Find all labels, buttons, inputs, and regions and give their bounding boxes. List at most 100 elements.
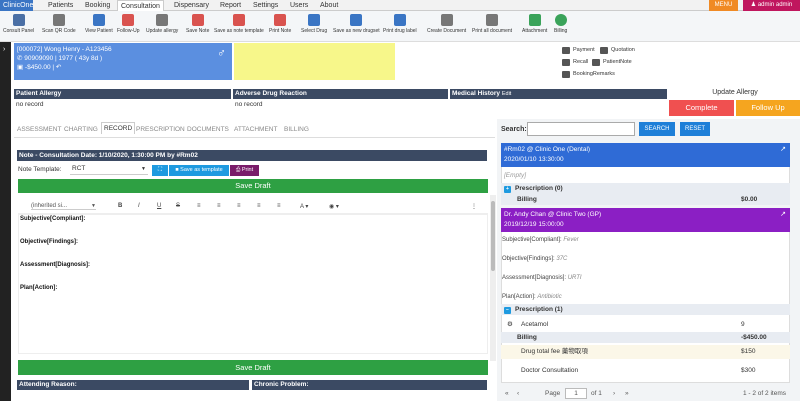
align-left-icon[interactable]: ≡	[237, 203, 241, 209]
quotation-button[interactable]: Quotation	[600, 45, 635, 56]
font-size-select[interactable]: (inherited si... ▼	[31, 203, 96, 210]
update-allergy-link[interactable]: Update Allergy	[670, 89, 800, 96]
paperclip-icon	[528, 14, 541, 26]
search-button[interactable]: SEARCH	[639, 122, 675, 136]
note-editor[interactable]	[18, 214, 488, 354]
billing-item-row: Drug total fee 藥物取項 $150	[501, 345, 790, 359]
menu-button[interactable]: MENU	[709, 0, 738, 11]
unordered-list-icon[interactable]: ≡	[217, 203, 221, 209]
create-document-button[interactable]: Create Document	[427, 14, 466, 34]
prev-page-icon[interactable]: ‹	[517, 390, 519, 397]
nav-users[interactable]: Users	[287, 0, 311, 11]
consult-panel-button[interactable]: Consult Panel	[3, 14, 34, 34]
nav-patients[interactable]: Patients	[45, 0, 76, 11]
print-all-document-button[interactable]: Print all document	[472, 14, 512, 34]
print-drug-label-button[interactable]: Print drug label	[383, 14, 417, 34]
save-draft-bottom-button[interactable]: Save Draft	[18, 360, 488, 375]
visit-title: #Rm02 @ Clinic One (Dental)	[504, 146, 591, 153]
collapse-minus-icon[interactable]: −	[504, 307, 511, 314]
visit-empty-note: [Empty]	[504, 172, 527, 179]
bold-icon[interactable]: B	[118, 203, 122, 209]
note-scrollbar[interactable]	[490, 195, 496, 361]
view-patient-button[interactable]: View Patient	[85, 14, 113, 34]
tab-prescription[interactable]: PRESCRIPTION	[136, 126, 185, 133]
admin-menu[interactable]: ♟ admin admin	[743, 0, 800, 11]
print-button[interactable]: ⎙ Print	[230, 165, 259, 176]
update-allergy-button[interactable]: Update allergy	[146, 14, 178, 34]
save-note-button[interactable]: Save Note	[186, 14, 209, 34]
visit-header[interactable]: #Rm02 @ Clinic One (Dental) 2020/01/10 1…	[501, 143, 790, 167]
expand-plus-icon[interactable]: +	[504, 186, 511, 193]
nav-about[interactable]: About	[317, 0, 341, 11]
tab-assessment[interactable]: ASSESSMENT	[17, 126, 61, 133]
follow-up-button[interactable]: Follow-Up	[117, 14, 140, 34]
recall-button[interactable]: Recall	[562, 57, 588, 68]
underline-icon[interactable]: U	[157, 203, 161, 209]
booking-remarks-button[interactable]: BookingRemarks	[562, 69, 615, 80]
visit-prescription-row[interactable]: + Prescription (0)	[501, 183, 790, 194]
strikethrough-icon[interactable]: S	[176, 203, 180, 209]
panel-icon	[12, 14, 25, 26]
gear-icon[interactable]: ⚙	[507, 321, 513, 328]
print-all-icon	[486, 14, 499, 26]
search-input[interactable]	[527, 122, 635, 136]
page-of-label: of 1	[591, 390, 602, 397]
brand-logo[interactable]: ClinicOne	[0, 0, 33, 11]
toolbar: Consult Panel Scan QR Code View Patient …	[0, 11, 800, 42]
nav-booking[interactable]: Booking	[82, 0, 113, 11]
complete-button[interactable]: Complete	[669, 100, 734, 116]
indent-icon[interactable]: ≡	[277, 203, 281, 209]
next-page-icon[interactable]: ›	[613, 390, 615, 397]
chevron-right-icon[interactable]: ›	[3, 46, 5, 53]
follow-up-btn[interactable]: Follow Up	[736, 100, 800, 116]
tab-attachment[interactable]: ATTACHMENT	[234, 126, 277, 133]
note-header: Note - Consultation Date: 1/10/2020, 1:3…	[17, 150, 487, 161]
italic-icon[interactable]: I	[138, 203, 140, 209]
patient-note-button[interactable]: PatientNote	[592, 57, 632, 68]
visit-prescription-row[interactable]: − Prescription (1)	[501, 304, 790, 315]
tab-documents[interactable]: DOCUMENTS	[187, 126, 229, 133]
save-drugset-button[interactable]: Save as new drugset	[333, 14, 380, 34]
external-link-icon[interactable]: ↗	[780, 145, 786, 155]
print-note-button[interactable]: Print Note	[269, 14, 291, 34]
scan-qr-button[interactable]: Scan QR Code	[42, 14, 76, 34]
medical-history-edit-link[interactable]: Edit	[502, 91, 511, 97]
highlight-icon[interactable]: ◉ ▾	[329, 203, 339, 210]
payment-button[interactable]: Payment	[562, 45, 595, 56]
visit-datetime: 2020/01/10 13:30:00	[504, 156, 564, 163]
external-link-icon[interactable]: ↗	[780, 210, 786, 220]
save-note-template-button[interactable]: Save as note template	[214, 14, 264, 34]
undo-icon[interactable]: ↶	[54, 64, 61, 71]
save-draft-top-button[interactable]: Save Draft	[18, 179, 488, 193]
tab-record[interactable]: RECORD	[101, 122, 136, 134]
nav-settings[interactable]: Settings	[250, 0, 281, 11]
last-page-icon[interactable]: »	[625, 390, 629, 397]
expand-button[interactable]: ⛶	[152, 165, 168, 176]
subjective-section: Subjective[Compliant]:	[20, 216, 86, 222]
ordered-list-icon[interactable]: ≡	[197, 203, 201, 209]
nav-report[interactable]: Report	[217, 0, 244, 11]
select-drug-button[interactable]: Select Drug	[301, 14, 327, 34]
nav-dispensary[interactable]: Dispensary	[171, 0, 212, 11]
scrollbar-thumb[interactable]	[491, 201, 495, 271]
patient-allergy-value: no record	[16, 101, 44, 108]
attachment-button[interactable]: Attachment	[522, 14, 547, 34]
font-color-icon[interactable]: A ▾	[300, 203, 308, 210]
quotation-icon	[600, 47, 608, 54]
patient-card[interactable]: [000072] Wong Henry - A123456 ✆ 90909090…	[14, 43, 232, 80]
more-options-icon[interactable]: ⋮	[471, 203, 477, 210]
template-icon	[232, 14, 245, 26]
first-page-icon[interactable]: «	[505, 390, 509, 397]
save-as-template-button[interactable]: ■ Save as template	[169, 165, 229, 176]
align-center-icon[interactable]: ≡	[257, 203, 261, 209]
tab-billing[interactable]: BILLING	[284, 126, 309, 133]
tab-charting[interactable]: CHARTING	[64, 126, 98, 133]
reset-button[interactable]: RESET	[680, 122, 710, 136]
visit-objective: Objective[Findings]: 37C	[502, 256, 568, 262]
visit-header[interactable]: Dr. Andy Chan @ Clinic Two (GP) 2019/12/…	[501, 208, 790, 232]
page-input[interactable]: 1	[565, 388, 587, 399]
billing-button[interactable]: Billing	[554, 14, 567, 34]
note-template-select[interactable]: RCT ▼	[70, 165, 148, 175]
nav-consultation[interactable]: Consultation	[117, 0, 164, 11]
drug-row[interactable]: ⚙ Acetamol 9	[501, 319, 790, 331]
